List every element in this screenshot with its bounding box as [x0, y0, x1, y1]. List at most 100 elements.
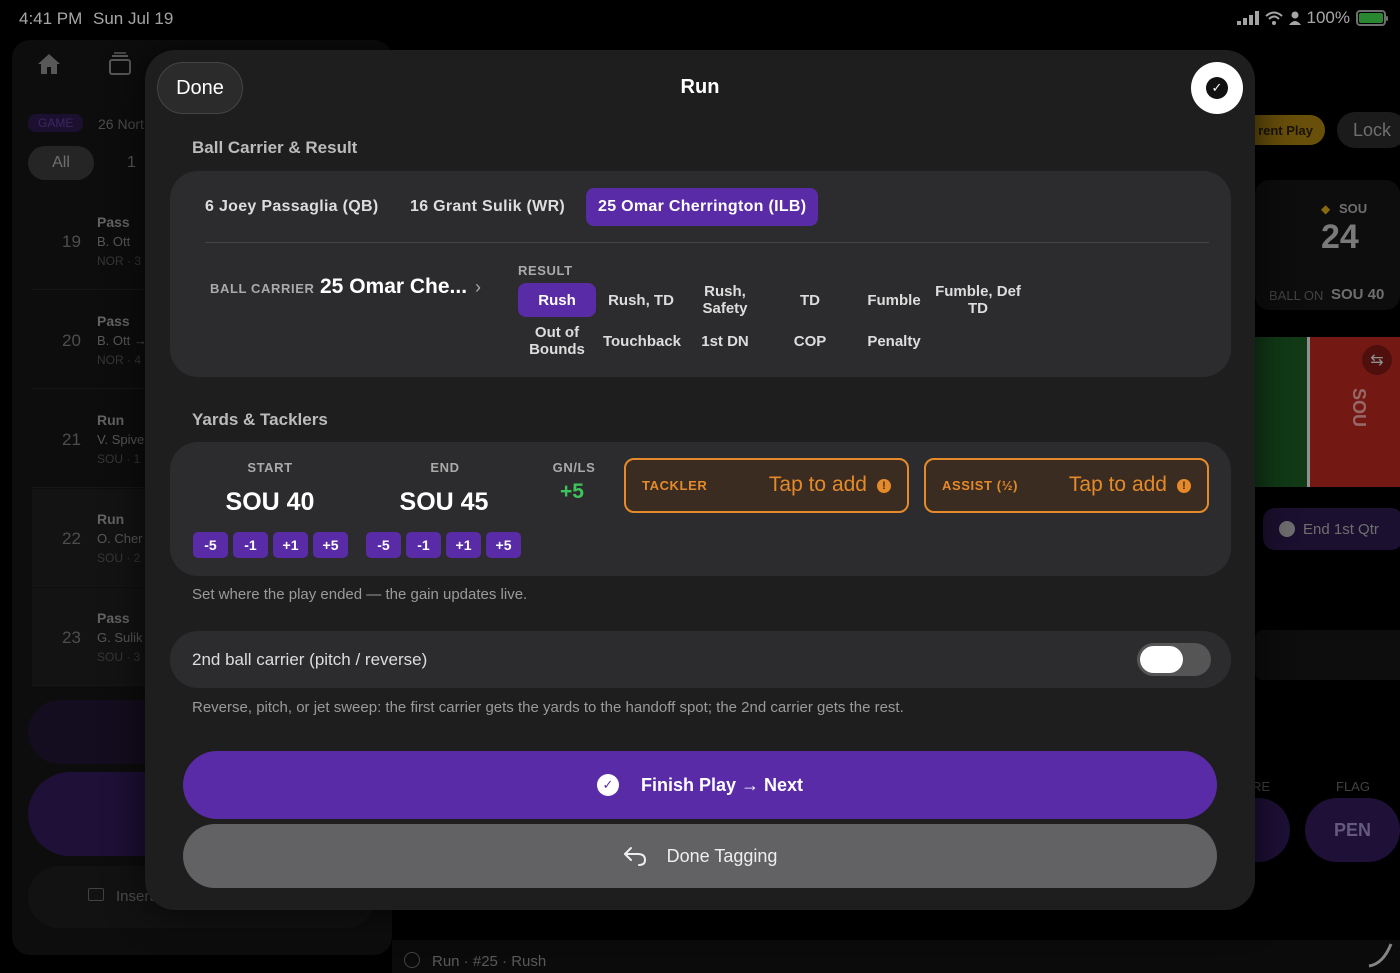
result-cop[interactable]: COP [771, 324, 849, 358]
result-fumble-def-td[interactable]: Fumble, Def TD [933, 283, 1023, 317]
status-indicators: 100% [1236, 8, 1388, 28]
chevron-right-icon[interactable]: › [475, 277, 481, 298]
score-team: SOU [1339, 201, 1368, 216]
result-penalty[interactable]: Penalty [855, 324, 933, 358]
start-value: SOU 40 [225, 488, 315, 516]
wifi-icon [1264, 11, 1283, 25]
play-meta: NOR · 4 [97, 353, 142, 367]
play-number: 21 [62, 430, 81, 449]
ball-carrier-label: BALL CARRIER [210, 281, 315, 296]
start-minus-5[interactable]: -5 [193, 532, 228, 558]
play-number: 23 [62, 628, 81, 647]
play-number: 20 [62, 331, 81, 350]
result-rush-safety[interactable]: Rush, Safety [686, 283, 764, 317]
tackler-field[interactable]: TACKLER Tap to add ! [624, 458, 909, 513]
play-type: Pass [97, 313, 130, 329]
result-out-of-bounds[interactable]: Out of Bounds [518, 324, 596, 358]
done-tagging-label: Done Tagging [666, 845, 778, 866]
start-plus-1[interactable]: +1 [273, 532, 308, 558]
end-quarter-label: End 1st Qtr [1303, 520, 1379, 538]
assist-tap-to-add: Tap to add [1068, 473, 1167, 496]
ball-on-value: SOU 40 [1331, 286, 1385, 303]
filter-quarter-1[interactable]: 1 [127, 154, 136, 172]
end-quarter-button[interactable]: End 1st Qtr [1263, 508, 1400, 550]
play-number: 19 [62, 232, 81, 251]
finish-play-next-button[interactable]: ✓ Finish Play → Next [183, 751, 1217, 819]
assist-label: ASSIST (½) [942, 478, 1019, 493]
lock-button[interactable]: Lock [1337, 112, 1400, 148]
play-player: V. Spive [97, 432, 145, 447]
confirm-button[interactable]: ✓ [1191, 62, 1243, 114]
assist-field[interactable]: ASSIST (½) Tap to add ! [924, 458, 1209, 513]
run-tagging-sheet: Done Run ✓ Ball Carrier & Result 6 Joey … [145, 50, 1255, 910]
football-icon: ◆ [1321, 202, 1331, 216]
play-type: Pass [97, 610, 130, 626]
game-title: 26 Nort [98, 116, 144, 132]
end-plus-5[interactable]: +5 [486, 532, 521, 558]
tackler-label: TACKLER [642, 478, 708, 493]
play-player: G. Sulik [97, 630, 143, 645]
play-meta: SOU · 2 [97, 551, 141, 565]
home-icon[interactable] [36, 52, 62, 76]
result-fumble[interactable]: Fumble [855, 283, 933, 317]
play-type: Pass [97, 214, 130, 230]
ball-carrier-card: 6 Joey Passaglia (QB) 16 Grant Sulik (WR… [170, 171, 1231, 377]
start-plus-5[interactable]: +5 [313, 532, 348, 558]
divider [205, 242, 1209, 243]
status-time: 4:41 PM [19, 9, 83, 28]
pencil-icon[interactable] [1367, 940, 1395, 968]
finish-play-label: Finish Play → Next [640, 774, 804, 795]
start-minus-1[interactable]: -1 [233, 532, 268, 558]
play-player: B. Ott [97, 234, 131, 249]
section-ball-carrier: Ball Carrier & Result [192, 138, 358, 157]
end-minus-5[interactable]: -5 [366, 532, 401, 558]
carrier-chip-6[interactable]: 6 Joey Passaglia (QB) [193, 188, 391, 226]
warning-icon: ! [877, 479, 891, 493]
play-type: Run [97, 511, 125, 527]
yards-card: START SOU 40 -5 -1 +1 +5 END SOU 45 -5 -… [170, 442, 1231, 576]
section-yards-tacklers: Yards & Tacklers [192, 410, 328, 429]
insert-icon [88, 888, 104, 901]
result-rush-td[interactable]: Rush, TD [602, 283, 680, 317]
swap-icon[interactable]: ⇆ [1362, 345, 1392, 375]
bg-panel [1255, 630, 1400, 680]
penalty-button[interactable]: PEN [1305, 798, 1400, 862]
clock-icon [1279, 521, 1295, 537]
end-plus-1[interactable]: +1 [446, 532, 481, 558]
footer-bar: Run · #25 · Rush [392, 940, 1400, 973]
checkmark-icon: ✓ [596, 774, 619, 796]
end-label: END [430, 460, 460, 475]
play-type: Run [97, 412, 125, 428]
result-rush[interactable]: Rush [518, 283, 596, 317]
carrier-chip-16[interactable]: 16 Grant Sulik (WR) [398, 188, 577, 226]
sheet-title: Run [680, 76, 720, 98]
result-1st-down[interactable]: 1st DN [686, 324, 764, 358]
second-carrier-label: 2nd ball carrier (pitch / reverse) [192, 650, 428, 669]
result-td[interactable]: TD [771, 283, 849, 317]
battery-percent: 100% [1306, 8, 1350, 27]
status-bar: 4:41 PM Sun Jul 19 100% [0, 0, 1400, 38]
flag-label: FLAG [1336, 779, 1370, 794]
ball-carrier-selector[interactable]: 25 Omar Che... [320, 275, 467, 299]
play-meta: NOR · 3 [97, 254, 142, 268]
ball-on-label: BALL ON [1269, 288, 1324, 303]
result-touchback[interactable]: Touchback [597, 324, 687, 358]
filter-all[interactable]: All [28, 146, 94, 180]
status-date: Sun Jul 19 [93, 9, 174, 28]
second-carrier-row: 2nd ball carrier (pitch / reverse) [170, 631, 1231, 688]
done-tagging-button[interactable]: Done Tagging [183, 824, 1217, 888]
user-icon [404, 952, 420, 968]
end-minus-1[interactable]: -1 [406, 532, 441, 558]
play-meta: SOU · 3 [97, 650, 141, 664]
checkmark-icon: ✓ [1206, 77, 1228, 99]
play-number: 22 [62, 529, 81, 548]
second-carrier-toggle[interactable] [1137, 643, 1211, 676]
field-view[interactable]: SOU ⇆ [1255, 337, 1400, 487]
warning-icon: ! [1177, 479, 1191, 493]
yards-hint: Set where the play ended — the gain upda… [192, 586, 528, 603]
stack-icon[interactable] [108, 52, 132, 76]
carrier-chip-25[interactable]: 25 Omar Cherrington (ILB) [586, 188, 819, 226]
start-label: START [247, 460, 293, 475]
end-value: SOU 45 [399, 488, 489, 516]
gain-loss-value: +5 [560, 480, 584, 503]
